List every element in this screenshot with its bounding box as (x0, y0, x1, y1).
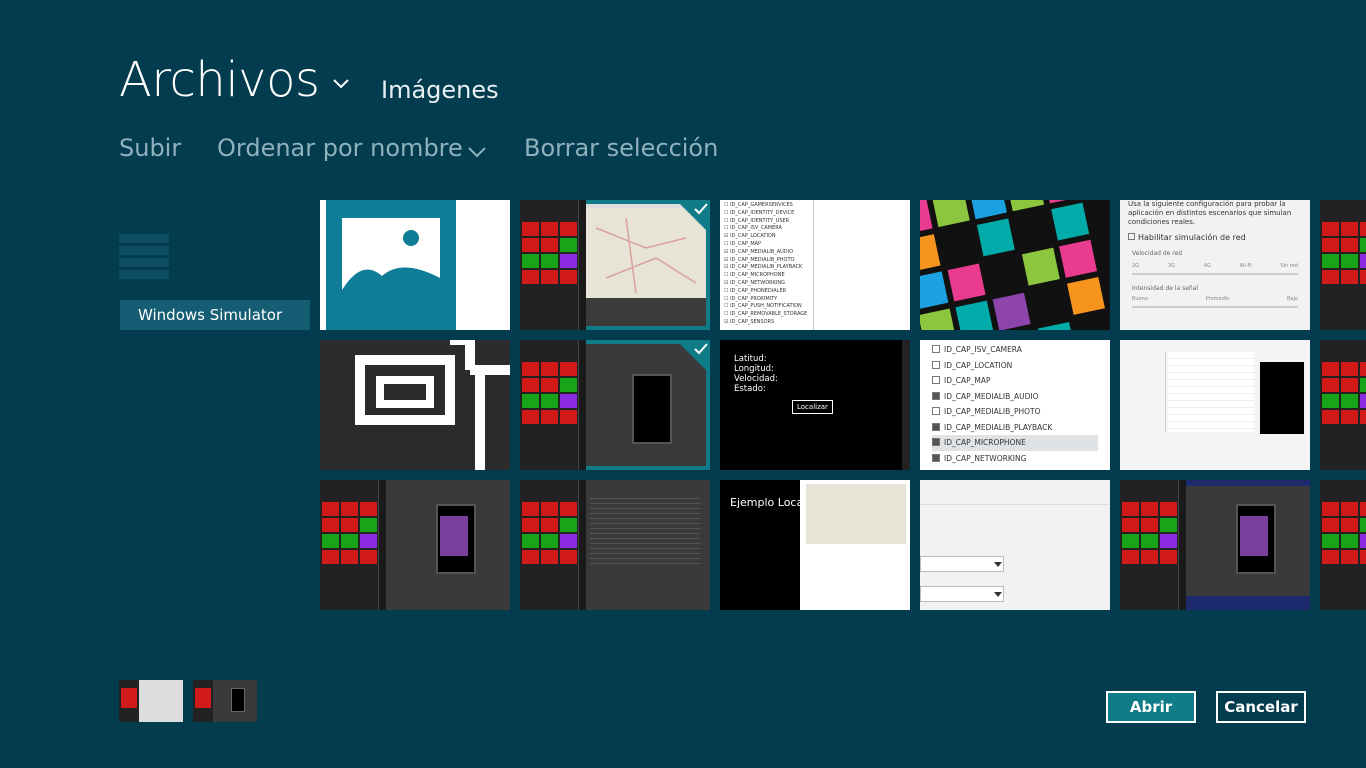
image-tile[interactable]: Latitud: Longitud: Velocidad: Estado: Lo… (720, 340, 910, 470)
selected-thumbnail[interactable] (119, 680, 183, 722)
image-tile[interactable] (1320, 480, 1366, 610)
tile-text: Estado: (734, 384, 766, 394)
image-tile-selected[interactable] (520, 340, 710, 470)
preview-row (119, 234, 169, 243)
chevron-down-icon[interactable] (333, 78, 349, 90)
tile-text: Velocidad de red (1132, 250, 1183, 257)
image-tile[interactable] (320, 480, 510, 610)
tile-text: Promedio (1205, 296, 1230, 302)
up-button[interactable]: Subir (119, 134, 181, 162)
image-tile[interactable]: ID_CAP_ISV_CAMERA ID_CAP_LOCATION ID_CAP… (920, 340, 1110, 470)
image-tile[interactable] (520, 480, 710, 610)
image-tile[interactable] (920, 480, 1110, 610)
tile-text: Velocidad: (734, 374, 778, 384)
colored-squares-image (920, 200, 1105, 330)
tile-text: ID_CAP_NETWORKING (944, 453, 1027, 463)
image-tile[interactable] (1320, 200, 1366, 330)
location-item[interactable]: Windows Simulator (120, 300, 310, 330)
tile-text: 4G (1203, 263, 1211, 269)
selected-check-icon (676, 340, 710, 374)
dropdown-arrow-icon (994, 592, 1002, 597)
tile-text: ID_CAP_ISV_CAMERA (944, 345, 1022, 354)
image-tile[interactable] (320, 340, 510, 470)
image-tile[interactable]: Usa la siguiente configuración para prob… (1120, 200, 1310, 330)
image-tile[interactable]: ☐ ID_CAP_GAMERSERVICES ☐ ID_CAP_IDENTITY_… (720, 200, 910, 330)
cancel-button[interactable]: Cancelar (1216, 691, 1306, 723)
image-tile[interactable]: Ejemplo Locali (720, 480, 910, 610)
tile-text: Habilitar simulación de red (1138, 233, 1246, 242)
page-subtitle: Imágenes (381, 76, 499, 104)
preview-row (119, 258, 169, 267)
clear-selection-button[interactable]: Borrar selección (524, 134, 718, 162)
dropdown-arrow-icon (994, 562, 1002, 567)
tile-text: Wi-Fi (1239, 263, 1252, 269)
image-grid: ☐ ID_CAP_GAMERSERVICES ☐ ID_CAP_IDENTITY_… (320, 200, 1366, 610)
open-button[interactable]: Abrir (1106, 691, 1196, 723)
tile-text: ID_CAP_MAP (944, 376, 991, 385)
selected-thumbnail[interactable] (193, 680, 257, 722)
preview-row (119, 246, 169, 255)
tile-text: ID_CAP_MICROPHONE (944, 438, 1026, 447)
image-tile-selected[interactable] (520, 200, 710, 330)
tile-text: ID_CAP_MEDIALIB_PLAYBACK (944, 422, 1053, 432)
tile-text: Bueno (1132, 296, 1148, 302)
tile-text: Usa la siguiente configuración para prob… (1128, 200, 1292, 226)
preview-row (119, 270, 169, 279)
tile-text: 3G (1167, 263, 1175, 269)
tile-text: Localizar (792, 400, 833, 414)
image-tile[interactable] (1320, 340, 1366, 470)
picture-icon (342, 230, 440, 298)
folder-preview (119, 206, 309, 296)
tile-text: Ejemplo Locali (730, 496, 810, 509)
selected-check-icon (676, 200, 710, 234)
tile-text: Sin red (1280, 263, 1298, 269)
chevron-down-icon[interactable] (468, 146, 486, 158)
tile-text: Bajo (1287, 296, 1298, 302)
tile-text: ID_CAP_MEDIALIB_PHOTO (944, 407, 1041, 416)
tile-text: Intensidad de la señal (1132, 285, 1199, 292)
image-tile[interactable] (920, 200, 1110, 330)
tile-text: 2G (1132, 263, 1140, 269)
image-tile[interactable] (1120, 340, 1310, 470)
tile-text: ID_CAP_LOCATION (944, 360, 1013, 370)
tile-text: Longitud: (734, 364, 774, 374)
image-tile[interactable] (320, 200, 510, 330)
tile-text: Latitud: (734, 354, 767, 364)
image-tile[interactable] (1120, 480, 1310, 610)
screenshot-icon-image (355, 340, 510, 470)
tile-text: ID_CAP_MEDIALIB_AUDIO (944, 391, 1039, 401)
page-title[interactable]: Archivos (119, 52, 320, 108)
sort-button[interactable]: Ordenar por nombre (217, 134, 463, 162)
